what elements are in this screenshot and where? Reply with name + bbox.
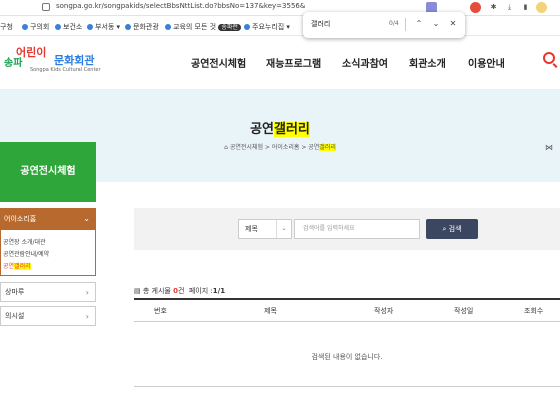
share-icon[interactable]: ⋈ <box>543 142 555 154</box>
bookmark-item[interactable]: 문화관광 <box>125 22 159 32</box>
side-menu-title: 공연전시체험 <box>0 142 96 202</box>
side-submenu-item[interactable]: 공연장 소개/대관 <box>3 237 46 246</box>
search-button[interactable]: ⌕ 검색 <box>426 219 478 239</box>
column-header: 작성자 <box>374 307 394 315</box>
nav-item-programs[interactable]: 재능프로그램 <box>266 55 321 70</box>
divider <box>134 386 560 387</box>
chevron-down-icon: ⌄ <box>83 214 90 223</box>
search-panel: 제목 ⌄ 검색어를 입력하세요 ⌕ 검색 <box>134 208 560 250</box>
search-icon[interactable] <box>543 52 555 64</box>
download-icon[interactable]: ⤓ <box>504 2 515 13</box>
extensions-puzzle-icon[interactable]: ✱ <box>488 2 499 13</box>
nav-item-about[interactable]: 회관소개 <box>409 55 446 70</box>
nav-item-news[interactable]: 소식과참여 <box>342 55 388 70</box>
column-header: 제목 <box>264 307 277 315</box>
table-header: 번호 제목 작성자 작성일 조회수 <box>134 298 560 322</box>
side-menu-item[interactable]: 의시설 › <box>0 306 96 326</box>
bookmark-item[interactable]: 부서동 ▾ <box>87 22 120 32</box>
logo-subtitle: Songpa Kids Cultural Center <box>30 67 101 73</box>
find-prev-button[interactable]: ⌃ <box>413 18 425 30</box>
divider <box>405 18 406 31</box>
bookmark-item[interactable]: 교육의 모든 것 송파런 <box>165 22 241 32</box>
side-submenu-item[interactable]: 공연관람안내/예약 <box>3 249 49 258</box>
bookmarks-bar: 구청 구의회 보건소 부서동 ▾ 문화관광 교육의 모든 것 송파런 주요누리집… <box>0 16 560 36</box>
side-submenu-item-gallery[interactable]: 공연갤러리 <box>3 261 31 270</box>
chevron-down-icon: ⌄ <box>276 220 291 238</box>
extension-icon[interactable] <box>470 2 481 13</box>
nav-item-performance[interactable]: 공연전시체험 <box>191 55 246 70</box>
list-icon: ▤ <box>134 287 143 295</box>
chevron-right-icon: › <box>85 288 89 297</box>
chevron-right-icon: › <box>85 312 89 321</box>
find-count: 0/4 <box>389 20 399 27</box>
column-header: 조회수 <box>524 307 544 315</box>
nav-item-guide[interactable]: 이용안내 <box>468 55 505 70</box>
side-menu-active[interactable]: 어이소리홈 ⌄ <box>0 208 96 230</box>
column-header: 번호 <box>154 307 167 315</box>
bookmark-item[interactable]: 보건소 <box>55 22 82 32</box>
board-info: ▤ 총 게시물 0건 페이지 :1/1 <box>134 287 226 295</box>
url-field[interactable]: songpa.go.kr/songpakids/selectBbsNttList… <box>56 2 305 10</box>
avatar[interactable] <box>536 2 547 13</box>
empty-message: 검색된 내용이 없습니다. <box>311 353 383 361</box>
site-header: 송파 어린이 문화회관 Songpa Kids Cultural Center … <box>0 36 560 90</box>
bookmark-item[interactable]: 구의회 <box>22 22 49 32</box>
page-title: 공연갤러리 <box>250 122 310 137</box>
find-bar: 갤러리 0/4 ⌃ ⌄ ✕ <box>303 12 465 38</box>
close-icon[interactable]: ✕ <box>447 18 459 30</box>
search-input[interactable]: 검색어를 입력하세요 <box>294 219 420 239</box>
find-next-button[interactable]: ⌄ <box>430 18 442 30</box>
bookmark-item[interactable]: 구청 <box>0 22 13 32</box>
sidepanel-icon[interactable]: ▮ <box>520 2 531 13</box>
find-input[interactable]: 갤러리 <box>311 19 330 29</box>
column-header: 작성일 <box>454 307 474 315</box>
bookmark-item[interactable]: 주요누리집 ▾ <box>244 22 290 32</box>
address-bar: songpa.go.kr/songpakids/selectBbsNttList… <box>0 0 560 16</box>
search-type-select[interactable]: 제목 ⌄ <box>238 219 292 239</box>
side-submenu: 공연장 소개/대관 공연관람안내/예약 공연갤러리 <box>0 230 96 276</box>
side-menu-item[interactable]: 상마루 › <box>0 282 96 302</box>
site-info-icon[interactable] <box>42 3 50 11</box>
